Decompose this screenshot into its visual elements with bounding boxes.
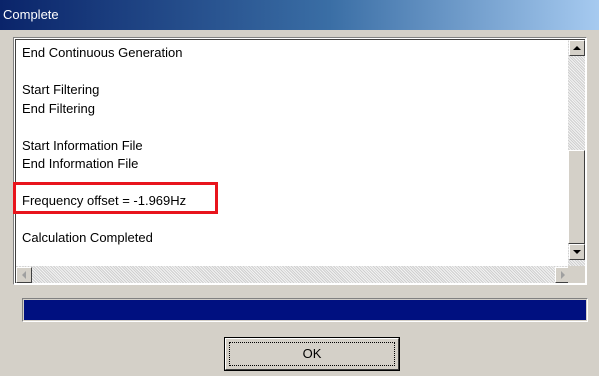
scroll-up-arrow-icon [573,46,581,50]
scrollbar-corner [568,266,585,283]
log-line: Start Information File [22,137,143,153]
title-bar[interactable]: Complete [0,0,599,30]
complete-dialog: Complete End Continuous Generation Start… [0,0,599,376]
scroll-left-arrow-icon [22,271,26,279]
log-line: End Continuous Generation [22,45,183,60]
log-textbox[interactable]: End Continuous Generation Start Filterin… [13,37,587,285]
vertical-scroll-thumb[interactable] [568,150,585,244]
scroll-up-button[interactable] [569,40,585,56]
scroll-down-button[interactable] [569,244,585,260]
horizontal-scrollbar[interactable] [16,266,571,283]
log-line: Start Filtering [22,82,100,97]
ok-button[interactable]: OK [224,337,400,371]
scroll-right-arrow-icon [561,271,565,279]
log-line: End Filtering [22,100,95,116]
progress-bar [22,298,588,322]
ok-button-label: OK [302,346,322,361]
vertical-scrollbar[interactable] [568,40,585,268]
scroll-down-arrow-icon [573,250,581,254]
log-line: Calculation Completed [22,230,153,245]
window-title: Complete [3,7,59,22]
log-textbox-inner: End Continuous Generation Start Filterin… [15,39,585,283]
highlight-box [13,182,218,214]
scroll-left-button[interactable] [16,267,32,283]
log-text: End Continuous Generation Start Filterin… [22,44,186,248]
progress-bar-fill [24,300,586,320]
log-line: End Information File [22,156,139,171]
